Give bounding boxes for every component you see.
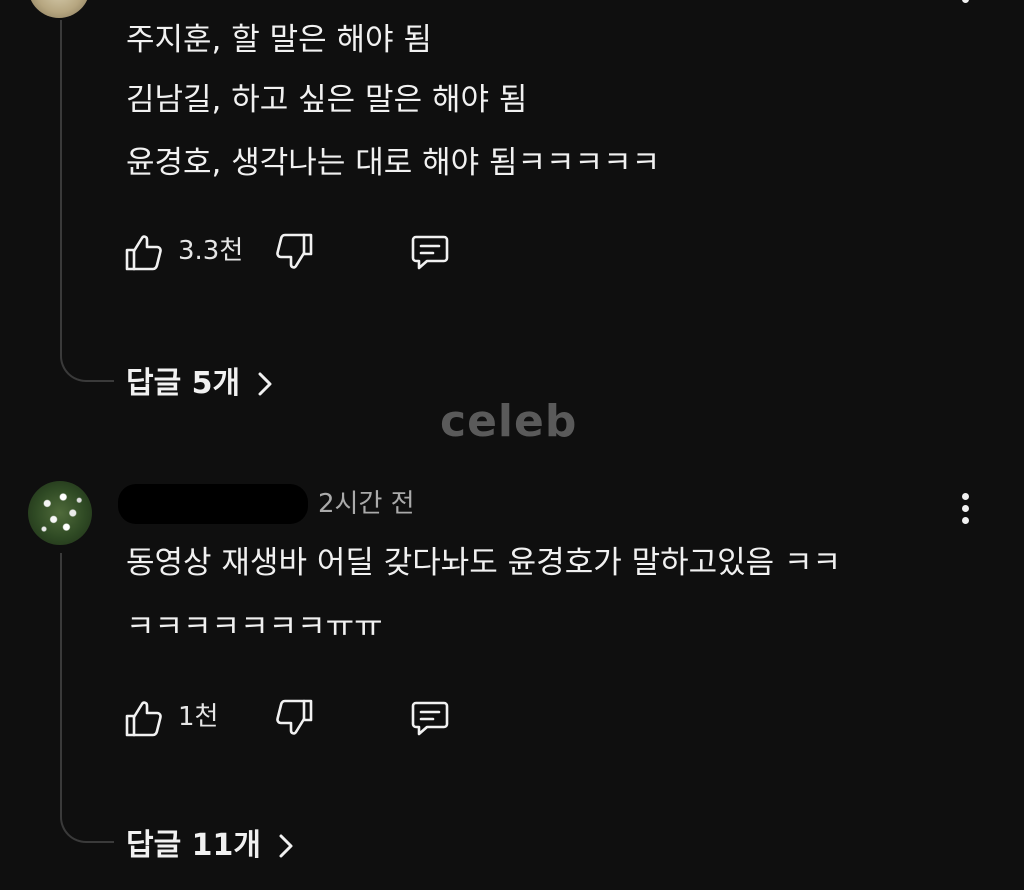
replies-label: 답글 5개: [126, 366, 241, 401]
thread-connector-2: [60, 553, 114, 843]
comment-2-actions: 1천: [124, 694, 484, 738]
redacted-username: [118, 484, 308, 524]
thumbs-down-icon[interactable]: [274, 698, 314, 738]
view-replies-button-1[interactable]: 답글 5개: [126, 364, 276, 404]
chevron-right-icon: [275, 831, 297, 861]
commenter-avatar-1[interactable]: [28, 0, 90, 18]
thumbs-up-icon[interactable]: [124, 232, 164, 272]
commenter-avatar-2[interactable]: [28, 481, 92, 545]
chevron-right-icon: [254, 369, 276, 399]
comment-2-line-1: 동영상 재생바 어딜 갖다놔도 윤경호가 말하고있음 ㅋㅋ: [126, 545, 842, 581]
more-options-icon[interactable]: [950, 490, 980, 534]
like-count: 3.3천: [178, 236, 244, 266]
thread-connector-1: [60, 20, 114, 382]
replies-label: 답글 11개: [126, 828, 261, 863]
like-count: 1천: [178, 702, 219, 732]
comment-icon[interactable]: [410, 232, 450, 272]
thumbs-up-icon[interactable]: [124, 698, 164, 738]
comment-timestamp: 2시간 전: [318, 489, 415, 519]
comment-1-line-3: 윤경호, 생각나는 대로 해야 됨ㅋㅋㅋㅋㅋ: [126, 145, 661, 181]
view-replies-button-2[interactable]: 답글 11개: [126, 826, 297, 866]
comment-1-line-1: 주지훈, 할 말은 해야 됨: [126, 22, 432, 58]
comment-1-line-2: 김남길, 하고 싶은 말은 해야 됨: [126, 82, 528, 118]
comment-2-line-2: ㅋㅋㅋㅋㅋㅋㅋㅠㅠ: [126, 609, 383, 645]
more-options-icon-top[interactable]: [962, 0, 969, 3]
watermark-logo: celeb: [440, 396, 578, 447]
comment-icon[interactable]: [410, 698, 450, 738]
thumbs-down-icon[interactable]: [274, 232, 314, 272]
comment-1-actions: 3.3천: [124, 228, 484, 272]
